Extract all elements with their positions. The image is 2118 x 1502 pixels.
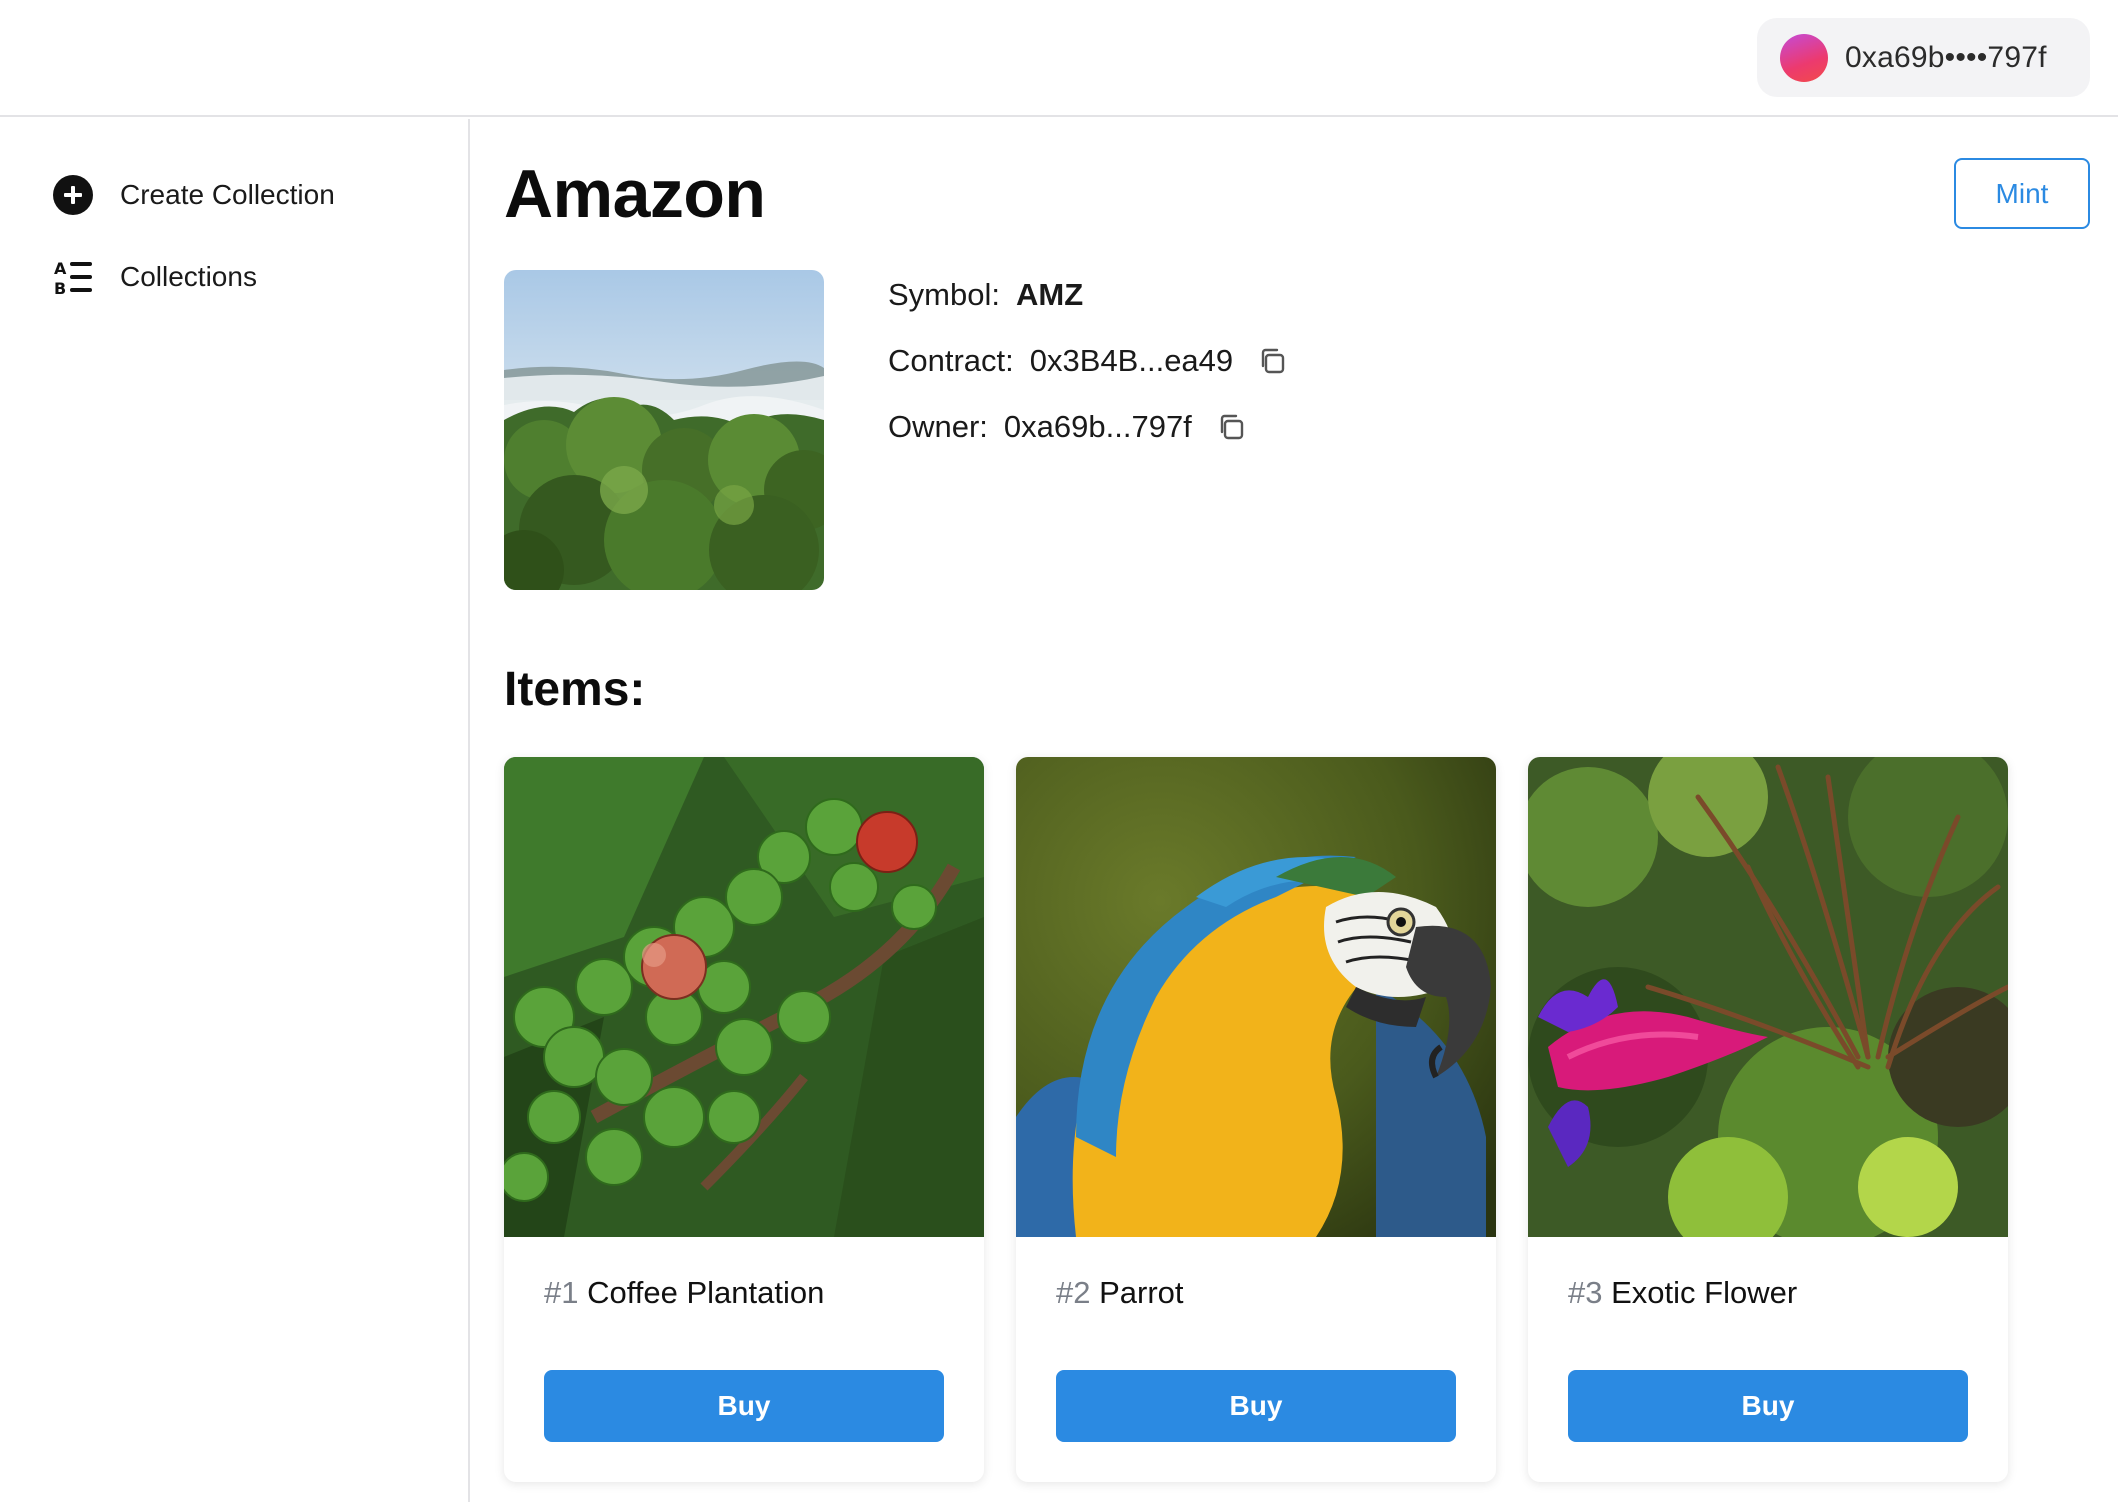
sidebar-item-create-collection[interactable]: Create Collection — [52, 172, 335, 218]
item-title: #1 Coffee Plantation — [544, 1275, 824, 1311]
sidebar-item-label: Collections — [120, 261, 257, 292]
item-title: #3 Exotic Flower — [1568, 1275, 1797, 1311]
sidebar-item-collections[interactable]: A B Collections — [52, 254, 257, 300]
buy-button[interactable]: Buy — [544, 1370, 944, 1442]
collection-symbol: Symbol: AMZ — [888, 277, 1083, 313]
item-number: #1 — [544, 1275, 579, 1310]
item-name: Exotic Flower — [1611, 1275, 1798, 1310]
item-card[interactable]: #1 Coffee Plantation Buy — [504, 757, 984, 1482]
item-card[interactable]: #3 Exotic Flower Buy — [1528, 757, 2008, 1482]
item-image — [504, 757, 984, 1237]
collection-owner: Owner: 0xa69b...797f — [888, 409, 1246, 445]
top-bar: 0xa69b••••797f — [0, 0, 2118, 117]
item-name: Coffee Plantation — [587, 1275, 825, 1310]
mint-button[interactable]: Mint — [1954, 158, 2090, 229]
owner-label: Owner: — [888, 409, 988, 444]
collection-contract: Contract: 0x3B4B...ea49 — [888, 343, 1287, 379]
main-content: Amazon Mint Symbol: AMZ Contract: 0x3B4B… — [504, 119, 2094, 1502]
plus-circle-icon — [52, 174, 94, 216]
svg-text:B: B — [54, 279, 66, 298]
collection-cover-image — [504, 270, 824, 590]
item-title: #2 Parrot — [1056, 1275, 1184, 1311]
buy-button[interactable]: Buy — [1056, 1370, 1456, 1442]
buy-button[interactable]: Buy — [1568, 1370, 1968, 1442]
wallet-avatar — [1780, 33, 1828, 82]
wallet-button[interactable]: 0xa69b••••797f — [1757, 18, 2090, 97]
owner-value: 0xa69b...797f — [1003, 409, 1192, 444]
items-heading: Items: — [504, 663, 646, 716]
copy-icon[interactable] — [1257, 346, 1287, 376]
sidebar-item-label: Create Collection — [120, 179, 335, 210]
item-card[interactable]: #2 Parrot Buy — [1016, 757, 1496, 1482]
contract-value: 0x3B4B...ea49 — [1029, 343, 1234, 378]
contract-label: Contract: — [888, 343, 1014, 378]
sidebar: Create Collection A B Collections — [0, 119, 470, 1502]
item-image — [1528, 757, 2008, 1237]
svg-text:A: A — [54, 259, 67, 278]
item-number: #2 — [1056, 1275, 1091, 1310]
ab-list-icon: A B — [52, 256, 94, 298]
symbol-label: Symbol: — [888, 277, 1000, 312]
item-number: #3 — [1568, 1275, 1603, 1310]
item-image — [1016, 757, 1496, 1237]
copy-icon[interactable] — [1216, 412, 1246, 442]
item-name: Parrot — [1099, 1275, 1184, 1310]
page-title: Amazon — [504, 156, 766, 232]
symbol-value: AMZ — [1015, 277, 1084, 312]
wallet-address: 0xa69b••••797f — [1845, 40, 2047, 74]
